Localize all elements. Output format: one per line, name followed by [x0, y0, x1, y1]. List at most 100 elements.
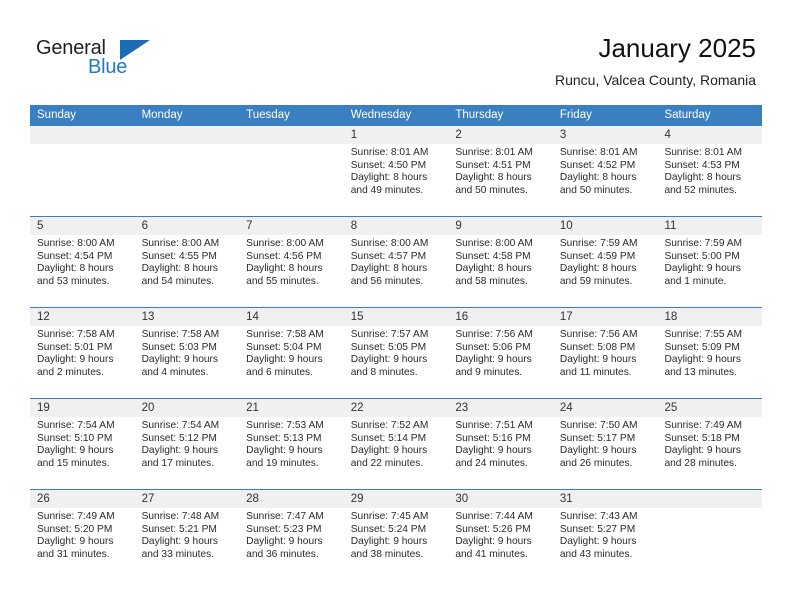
daylight-text-cont: and 33 minutes.	[141, 548, 215, 560]
day-number: 25	[664, 402, 678, 414]
daylight-text: Daylight: 8 hours	[664, 172, 741, 184]
day-number: 12	[37, 311, 50, 323]
weekday-tuesday: Tuesday	[246, 109, 290, 121]
calendar-day-cell[interactable]: 11 Sunrise: 7:59 AM Sunset: 5:00 PM Dayligh…	[657, 217, 762, 307]
calendar-day-cell[interactable]: 9 Sunrise: 8:00 AM Sunset: 4:58 PM Daylight…	[448, 217, 553, 307]
daylight-text: Daylight: 8 hours	[455, 263, 532, 275]
day-details: Sunrise: 7:55 AM Sunset: 5:09 PM Daylight:…	[664, 329, 755, 379]
calendar-day-cell[interactable]: 4 Sunrise: 8:01 AM Sunset: 4:53 PM Daylight…	[657, 126, 762, 216]
calendar-day-cell[interactable]: 10 Sunrise: 7:59 AM Sunset: 4:59 PM Dayligh…	[553, 217, 658, 307]
daylight-text-cont: and 53 minutes.	[37, 275, 110, 287]
sunset-text: Sunset: 5:01 PM	[37, 341, 113, 353]
sunset-text: Sunset: 5:24 PM	[350, 523, 427, 535]
sunrise-text: Sunrise: 7:59 AM	[559, 238, 638, 249]
daylight-text: Daylight: 8 hours	[141, 263, 219, 275]
day-number: 22	[350, 402, 364, 414]
sunrise-text: Sunrise: 8:01 AM	[559, 147, 638, 158]
calendar-day-cell[interactable]: 6 Sunrise: 8:00 AM Sunset: 4:55 PM Daylight…	[135, 217, 240, 307]
calendar-day-cell-empty	[30, 126, 135, 216]
day-number: 23	[455, 402, 469, 414]
daylight-text-cont: and 50 minutes.	[559, 184, 633, 196]
day-details: Sunrise: 7:58 AM Sunset: 5:03 PM Daylight:…	[142, 329, 233, 379]
calendar-day-cell[interactable]: 7 Sunrise: 8:00 AM Sunset: 4:56 PM Daylight…	[239, 217, 344, 307]
daylight-text: Daylight: 9 hours	[559, 445, 637, 457]
calendar-day-cell[interactable]: 18 Sunrise: 7:55 AM Sunset: 5:09 PM Dayligh…	[657, 308, 762, 398]
weekday-thursday: Thursday	[455, 109, 504, 121]
daylight-text-cont: and 2 minutes.	[37, 366, 104, 378]
calendar-day-cell[interactable]: 13 Sunrise: 7:58 AM Sunset: 5:03 PM Dayligh…	[135, 308, 240, 398]
day-details: Sunrise: 7:51 AM Sunset: 5:16 PM Daylight:…	[455, 420, 546, 470]
sunrise-text: Sunrise: 8:00 AM	[37, 238, 115, 249]
sunrise-text: Sunrise: 8:00 AM	[246, 238, 324, 249]
sunset-text: Sunset: 4:57 PM	[350, 250, 427, 262]
daylight-text-cont: and 6 minutes.	[246, 366, 313, 378]
daylight-text-cont: and 49 minutes.	[350, 184, 424, 196]
page-subtitle: Runcu, Valcea County, Romania	[554, 72, 756, 88]
calendar-day-cell[interactable]: 27 Sunrise: 7:48 AM Sunset: 5:21 PM Dayligh…	[135, 490, 240, 580]
weekday-saturday: Saturday	[664, 109, 711, 121]
calendar-day-cell[interactable]: 25 Sunrise: 7:49 AM Sunset: 5:18 PM Dayligh…	[657, 399, 762, 489]
daylight-text: Daylight: 9 hours	[37, 445, 114, 457]
calendar-day-cell[interactable]: 24 Sunrise: 7:50 AM Sunset: 5:17 PM Dayligh…	[553, 399, 658, 489]
sunset-text: Sunset: 4:52 PM	[559, 159, 636, 171]
day-details: Sunrise: 7:57 AM Sunset: 5:05 PM Daylight:…	[351, 329, 442, 379]
calendar-day-cell[interactable]: 20 Sunrise: 7:54 AM Sunset: 5:12 PM Dayligh…	[135, 399, 240, 489]
daylight-text: Daylight: 9 hours	[246, 536, 323, 548]
calendar-day-cell[interactable]: 29 Sunrise: 7:45 AM Sunset: 5:24 PM Dayligh…	[344, 490, 449, 580]
sunrise-text: Sunrise: 7:54 AM	[37, 420, 115, 431]
day-details: Sunrise: 8:00 AM Sunset: 4:57 PM Daylight:…	[351, 238, 442, 288]
calendar-day-cell-empty	[657, 490, 762, 580]
day-details: Sunrise: 7:58 AM Sunset: 5:04 PM Daylight:…	[246, 329, 337, 379]
daylight-text: Daylight: 9 hours	[350, 354, 428, 366]
daylight-text: Daylight: 9 hours	[141, 445, 219, 457]
daylight-text-cont: and 31 minutes.	[37, 548, 110, 560]
day-details: Sunrise: 7:59 AM Sunset: 4:59 PM Daylight:…	[560, 238, 651, 288]
calendar-day-cell[interactable]: 5 Sunrise: 8:00 AM Sunset: 4:54 PM Daylight…	[30, 217, 135, 307]
calendar-day-cell[interactable]: 16 Sunrise: 7:56 AM Sunset: 5:06 PM Dayligh…	[448, 308, 553, 398]
sunrise-text: Sunrise: 8:01 AM	[455, 147, 533, 158]
sunrise-text: Sunrise: 7:43 AM	[559, 511, 638, 522]
daylight-text: Daylight: 9 hours	[246, 354, 323, 366]
calendar-day-cell[interactable]: 14 Sunrise: 7:58 AM Sunset: 5:04 PM Dayligh…	[239, 308, 344, 398]
day-number: 27	[141, 493, 155, 505]
calendar-day-cell[interactable]: 1 Sunrise: 8:01 AM Sunset: 4:50 PM Daylight…	[344, 126, 449, 216]
daylight-text-cont: and 54 minutes.	[141, 275, 215, 287]
calendar-day-cell[interactable]: 30 Sunrise: 7:44 AM Sunset: 5:26 PM Dayligh…	[448, 490, 553, 580]
calendar-day-cell[interactable]: 26 Sunrise: 7:49 AM Sunset: 5:20 PM Dayligh…	[30, 490, 135, 580]
day-number: 29	[350, 493, 364, 505]
sunrise-text: Sunrise: 8:00 AM	[350, 238, 429, 249]
sunrise-text: Sunrise: 7:49 AM	[37, 511, 115, 522]
calendar-day-cell[interactable]: 23 Sunrise: 7:51 AM Sunset: 5:16 PM Dayligh…	[448, 399, 553, 489]
calendar-day-cell[interactable]: 12 Sunrise: 7:58 AM Sunset: 5:01 PM Dayligh…	[30, 308, 135, 398]
day-number: 14	[246, 311, 259, 323]
calendar-day-cell[interactable]: 17 Sunrise: 7:56 AM Sunset: 5:08 PM Dayligh…	[553, 308, 658, 398]
calendar-day-cell[interactable]: 19 Sunrise: 7:54 AM Sunset: 5:10 PM Dayligh…	[30, 399, 135, 489]
day-details: Sunrise: 7:43 AM Sunset: 5:27 PM Daylight:…	[560, 511, 651, 561]
daylight-text: Daylight: 9 hours	[559, 536, 637, 548]
sunrise-text: Sunrise: 7:44 AM	[455, 511, 533, 522]
calendar-day-cell[interactable]: 2 Sunrise: 8:01 AM Sunset: 4:51 PM Daylight…	[448, 126, 553, 216]
day-number: 17	[559, 311, 573, 323]
calendar-day-cell[interactable]: 8 Sunrise: 8:00 AM Sunset: 4:57 PM Daylight…	[344, 217, 449, 307]
sunset-text: Sunset: 5:00 PM	[664, 250, 740, 262]
brand-logo[interactable]: General Blue	[36, 36, 156, 84]
day-details: Sunrise: 8:01 AM Sunset: 4:52 PM Daylight:…	[560, 147, 651, 197]
weekday-monday: Monday	[141, 109, 183, 121]
day-details: Sunrise: 7:49 AM Sunset: 5:20 PM Daylight:…	[37, 511, 128, 561]
day-details: Sunrise: 7:50 AM Sunset: 5:17 PM Daylight:…	[560, 420, 651, 470]
day-details: Sunrise: 8:00 AM Sunset: 4:54 PM Daylight:…	[37, 238, 128, 288]
calendar-table: Sunday Monday Tuesday Wednesday Thursday…	[30, 105, 762, 580]
daylight-text: Daylight: 8 hours	[455, 172, 532, 184]
calendar-day-cell[interactable]: 28 Sunrise: 7:47 AM Sunset: 5:23 PM Dayligh…	[239, 490, 344, 580]
calendar-week-row: 26 Sunrise: 7:49 AM Sunset: 5:20 PM Dayligh…	[30, 489, 762, 580]
sunrise-text: Sunrise: 7:56 AM	[559, 329, 638, 340]
calendar-day-cell[interactable]: 21 Sunrise: 7:53 AM Sunset: 5:13 PM Dayligh…	[239, 399, 344, 489]
daylight-text: Daylight: 9 hours	[37, 354, 114, 366]
daylight-text: Daylight: 8 hours	[37, 263, 114, 275]
calendar-day-cell[interactable]: 3 Sunrise: 8:01 AM Sunset: 4:52 PM Daylight…	[553, 126, 658, 216]
calendar-day-cell[interactable]: 15 Sunrise: 7:57 AM Sunset: 5:05 PM Dayligh…	[344, 308, 449, 398]
calendar-day-cell[interactable]: 22 Sunrise: 7:52 AM Sunset: 5:14 PM Dayligh…	[344, 399, 449, 489]
daylight-text-cont: and 15 minutes.	[37, 457, 110, 469]
sunrise-text: Sunrise: 7:56 AM	[455, 329, 533, 340]
calendar-day-cell[interactable]: 31 Sunrise: 7:43 AM Sunset: 5:27 PM Dayligh…	[553, 490, 658, 580]
